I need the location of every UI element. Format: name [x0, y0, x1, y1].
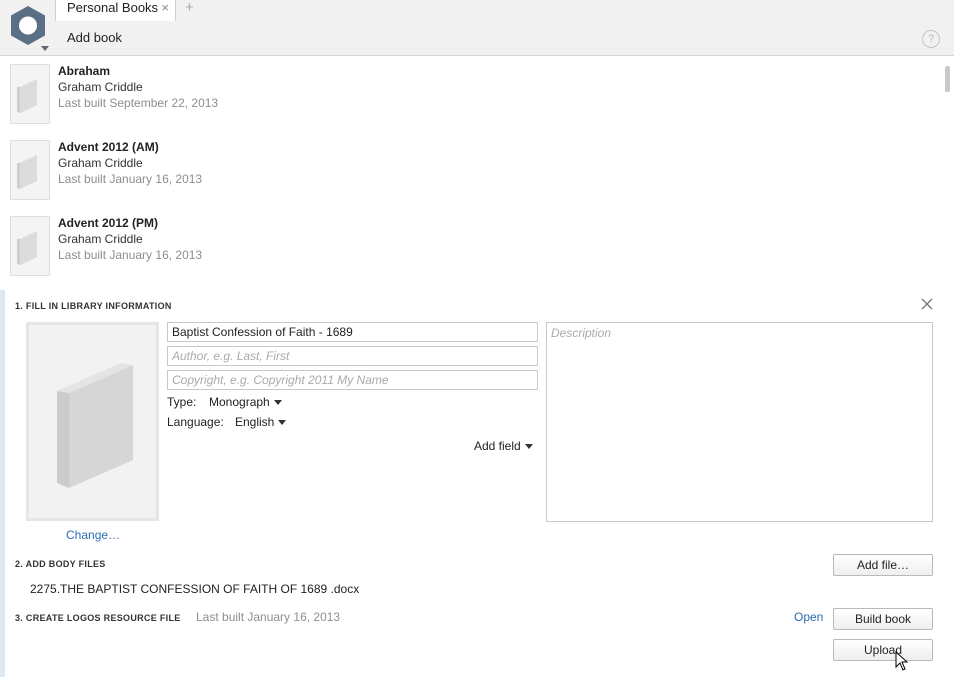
tab-personal-books[interactable]: Personal Books × — [55, 0, 176, 21]
book-title: Abraham — [58, 64, 111, 78]
book-cover-icon — [10, 216, 50, 276]
language-label: Language: — [167, 415, 224, 429]
type-value: Monograph — [209, 395, 270, 409]
book-author: Graham Criddle — [58, 232, 143, 246]
close-icon[interactable] — [920, 297, 934, 311]
book-cover-icon — [10, 140, 50, 200]
help-icon[interactable]: ? — [922, 30, 940, 48]
change-cover-link[interactable]: Change… — [66, 528, 120, 542]
add-field-label: Add field — [474, 439, 521, 453]
app-logo-icon[interactable] — [8, 4, 48, 48]
mouse-cursor-icon — [895, 650, 909, 671]
book-cover-icon — [10, 64, 50, 124]
description-field[interactable] — [546, 322, 933, 522]
list-item[interactable]: Advent 2012 (PM) Graham Criddle Last bui… — [0, 208, 940, 284]
book-list: Abraham Graham Criddle Last built Septem… — [0, 56, 942, 288]
title-field[interactable] — [167, 322, 538, 342]
book-last-built: Last built January 16, 2013 — [58, 172, 203, 186]
chevron-down-icon — [273, 400, 282, 406]
chevron-down-icon — [278, 420, 287, 426]
type-dropdown[interactable]: Monograph — [209, 395, 282, 409]
logo-menu-chevron-icon[interactable] — [41, 46, 49, 51]
add-tab-icon[interactable]: + — [185, 0, 194, 16]
section-body-files-title: 2. ADD BODY FILES — [15, 559, 106, 569]
language-value: English — [235, 415, 275, 429]
book-title: Advent 2012 (PM) — [58, 216, 159, 230]
book-last-built: Last built September 22, 2013 — [58, 96, 219, 110]
book-cover-icon[interactable] — [26, 322, 159, 521]
language-dropdown[interactable]: English — [235, 415, 287, 429]
tab-close-icon[interactable]: × — [161, 1, 169, 15]
add-field-dropdown[interactable]: Add field — [474, 439, 533, 453]
author-field[interactable] — [167, 346, 538, 366]
section-library-info-title: 1. FILL IN LIBRARY INFORMATION — [15, 301, 172, 311]
add-book-button[interactable]: Add book — [67, 30, 122, 45]
app-header: Personal Books × + Add book ? — [0, 0, 954, 56]
open-link[interactable]: Open — [794, 610, 823, 624]
copyright-field[interactable] — [167, 370, 538, 390]
book-last-built: Last built January 16, 2013 — [58, 248, 203, 262]
last-built-note: Last built January 16, 2013 — [196, 610, 341, 624]
upload-button[interactable]: Upload — [833, 639, 933, 661]
body-file-name: 2275.THE BAPTIST CONFESSION OF FAITH OF … — [30, 582, 360, 596]
tab-label: Personal Books — [67, 0, 159, 15]
section-resource-file-title: 3. CREATE LOGOS RESOURCE FILE — [15, 613, 181, 623]
build-book-button[interactable]: Build book — [833, 608, 933, 630]
chevron-down-icon — [524, 444, 533, 450]
type-label: Type: — [167, 395, 197, 409]
add-file-button[interactable]: Add file… — [833, 554, 933, 576]
list-item[interactable]: Advent 2012 (AM) Graham Criddle Last bui… — [0, 132, 940, 208]
book-author: Graham Criddle — [58, 80, 143, 94]
list-scrollbar[interactable] — [942, 56, 954, 296]
scrollbar-thumb[interactable] — [945, 66, 950, 92]
list-item[interactable]: Abraham Graham Criddle Last built Septem… — [0, 56, 940, 132]
book-author: Graham Criddle — [58, 156, 143, 170]
book-title: Advent 2012 (AM) — [58, 140, 159, 154]
